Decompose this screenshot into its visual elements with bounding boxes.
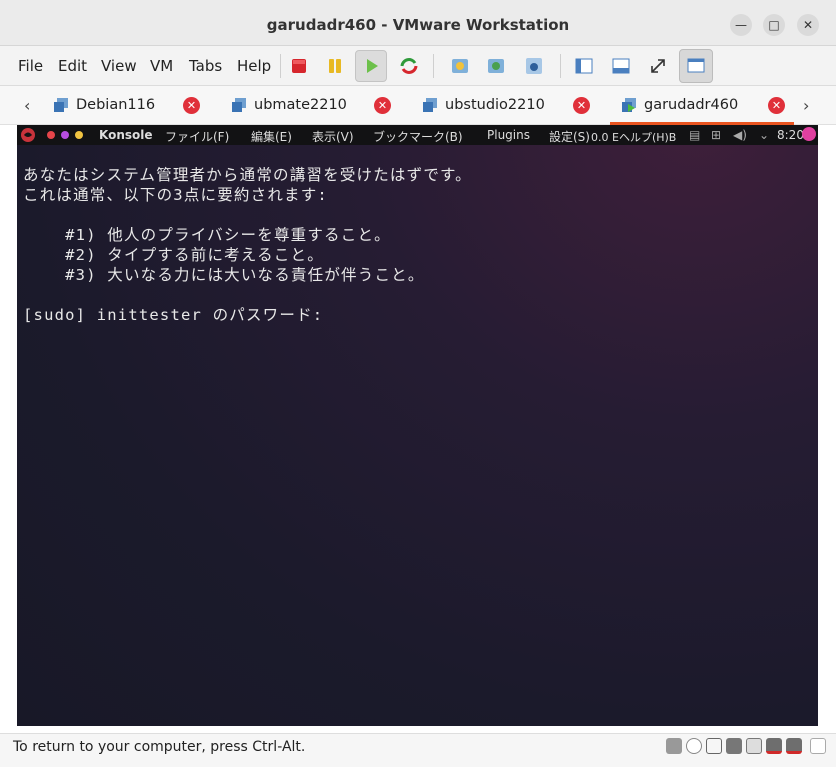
vm-display[interactable]: Konsole ファイル(F) 編集(E) 表示(V) ブックマーク(B) Pl… <box>17 125 818 726</box>
vm-icon <box>423 98 437 112</box>
sidebar-icon[interactable] <box>569 51 599 81</box>
konsole-menu-edit[interactable]: 編集(E) <box>251 128 292 145</box>
toolbar-divider <box>280 54 281 78</box>
garuda-logo-icon[interactable] <box>20 127 36 143</box>
pause-icon[interactable] <box>320 51 350 81</box>
close-tab-icon[interactable]: ✕ <box>768 97 785 114</box>
vm-tab-bar: ‹ Debian116 ✕ ubmate2210 ✕ ubstudio2210 … <box>0 86 836 125</box>
close-tab-icon[interactable]: ✕ <box>573 97 590 114</box>
sound-card-icon[interactable] <box>746 738 762 754</box>
vm-icon <box>232 98 246 112</box>
volume-icon[interactable]: ◀) <box>733 128 747 142</box>
message-log-icon[interactable] <box>810 738 826 754</box>
chevron-right-icon[interactable]: › <box>803 96 809 115</box>
network-adapter-icon[interactable] <box>706 738 722 754</box>
tab-ubstudio2210[interactable]: ubstudio2210 ✕ <box>423 86 603 125</box>
snapshot-icon[interactable] <box>445 51 475 81</box>
toolbar-divider <box>433 54 434 78</box>
minimize-dot-icon[interactable] <box>61 131 69 139</box>
usb-device-icon[interactable] <box>786 738 802 754</box>
vm-running-icon <box>622 98 636 112</box>
close-dot-icon[interactable] <box>47 131 55 139</box>
tab-label: Debian116 <box>76 97 156 113</box>
chevron-down-icon[interactable]: ⌄ <box>759 128 769 142</box>
tab-label: ubstudio2210 <box>445 97 545 113</box>
printer-icon[interactable] <box>726 738 742 754</box>
fullscreen-icon[interactable] <box>643 51 673 81</box>
tab-label: garudadr460 <box>644 97 739 113</box>
terminal-line: あなたはシステム管理者から通常の講習を受けたはずです。 <box>23 166 472 184</box>
user-avatar-icon[interactable] <box>802 127 816 141</box>
power-off-icon[interactable] <box>284 51 314 81</box>
restart-icon[interactable] <box>394 51 424 81</box>
clock: 8:20 <box>777 128 804 142</box>
maximize-button[interactable]: □ <box>763 14 785 36</box>
clipboard-icon[interactable]: ▤ <box>689 128 700 142</box>
unity-icon[interactable] <box>679 49 713 83</box>
close-tab-icon[interactable]: ✕ <box>374 97 391 114</box>
konsole-menu-bookmarks[interactable]: ブックマーク(B) <box>373 128 463 145</box>
revert-snapshot-icon[interactable] <box>481 51 511 81</box>
close-button[interactable]: ✕ <box>797 14 819 36</box>
snapshot-manager-icon[interactable] <box>519 51 549 81</box>
tab-garudadr460[interactable]: garudadr460 ✕ <box>610 86 794 125</box>
tab-label: ubmate2210 <box>254 97 347 113</box>
chevron-left-icon[interactable]: ‹ <box>24 96 30 115</box>
konsole-menu-file[interactable]: ファイル(F) <box>165 128 229 145</box>
play-icon[interactable] <box>355 50 387 82</box>
status-bar: To return to your computer, press Ctrl-A… <box>0 733 836 767</box>
status-text: To return to your computer, press Ctrl-A… <box>13 739 306 755</box>
menu-help[interactable]: Help <box>237 57 271 75</box>
toolbar: File Edit View VM Tabs Help <box>0 46 836 86</box>
terminal-line: #1) 他人のプライバシーを尊重すること。 <box>23 226 391 244</box>
active-app-name: Konsole <box>99 128 153 142</box>
terminal-line: #3) 大いなる力には大いなる責任が伴うこと。 <box>23 266 425 284</box>
terminal-output[interactable]: あなたはシステム管理者から通常の講習を受けたはずです。 これは通常、以下の3点に要… <box>23 165 472 325</box>
title-bar: garudadr460 - VMware Workstation — □ ✕ <box>0 0 836 46</box>
cd-dvd-icon[interactable] <box>686 738 702 754</box>
menu-file[interactable]: File <box>18 57 43 75</box>
tab-ubmate2210[interactable]: ubmate2210 ✕ <box>232 86 402 125</box>
tab-debian116[interactable]: Debian116 ✕ <box>54 86 214 125</box>
konsole-menu-view[interactable]: 表示(V) <box>312 128 354 145</box>
terminal-line: [sudo] inittester のパスワード: <box>23 306 324 324</box>
terminal-line: #2) タイプする前に考えること。 <box>23 246 324 264</box>
konsole-menu-help-overlap[interactable]: 0.0 Eヘルプ(H)B <box>591 129 676 145</box>
vm-icon <box>54 98 68 112</box>
konsole-menu-plugins[interactable]: Plugins <box>487 128 530 142</box>
minimize-button[interactable]: — <box>730 14 752 36</box>
konsole-menu-settings[interactable]: 設定(S) <box>549 128 590 145</box>
hard-disk-icon[interactable] <box>666 738 682 754</box>
menu-edit[interactable]: Edit <box>58 57 87 75</box>
menu-view[interactable]: View <box>101 57 137 75</box>
toolbar-divider <box>560 54 561 78</box>
menu-vm[interactable]: VM <box>150 57 173 75</box>
usb-device-icon[interactable] <box>766 738 782 754</box>
menu-tabs[interactable]: Tabs <box>189 57 222 75</box>
guest-top-panel: Konsole ファイル(F) 編集(E) 表示(V) ブックマーク(B) Pl… <box>17 125 818 145</box>
close-tab-icon[interactable]: ✕ <box>183 97 200 114</box>
window-title: garudadr460 - VMware Workstation <box>266 16 570 34</box>
terminal-line: これは通常、以下の3点に要約されます: <box>23 186 328 204</box>
network-icon[interactable]: ⊞ <box>711 128 721 142</box>
thumbnail-bar-icon[interactable] <box>606 51 636 81</box>
maximize-dot-icon[interactable] <box>75 131 83 139</box>
